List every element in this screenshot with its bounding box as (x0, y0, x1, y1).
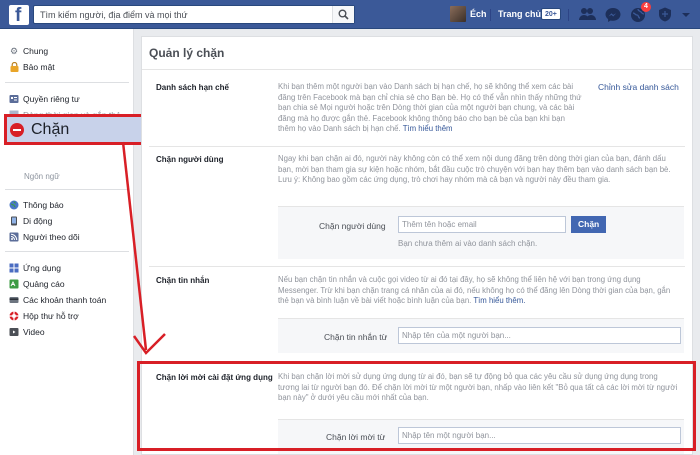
search-button[interactable] (332, 6, 354, 23)
block-messages-description: Nếu bạn chặn tin nhắn và cuộc gọi video … (278, 275, 680, 307)
sidebar-item-support[interactable]: Hộp thư hỗ trợ (9, 309, 79, 323)
learn-more-link[interactable]: Tìm hiểu thêm (403, 124, 453, 133)
block-list-empty-hint: Bạn chưa thêm ai vào danh sách chặn. (398, 239, 538, 248)
gear-icon: ⚙ (9, 45, 19, 56)
payments-icon (9, 295, 19, 305)
divider (5, 189, 129, 190)
annotation-arrow (121, 141, 166, 355)
logo-letter: f (15, 5, 22, 26)
sidebar-item-label: Ứng dụng (23, 263, 61, 273)
ads-icon (9, 279, 19, 289)
block-users-description: Ngay khi bạn chặn ai đó, người này không… (278, 154, 671, 185)
divider (149, 146, 685, 147)
divider (142, 69, 692, 70)
home-badge: 20+ (541, 8, 561, 20)
annotation-highlight-box (137, 361, 696, 451)
sidebar-item-video[interactable]: Video (9, 325, 45, 339)
sidebar-item-label: Hộp thư hỗ trợ (23, 311, 79, 321)
block-messages-input[interactable] (398, 327, 681, 344)
sidebar-item-label: Quảng cáo (23, 279, 65, 289)
video-icon (9, 327, 19, 337)
learn-more-link[interactable]: Tìm hiểu thêm. (473, 296, 525, 305)
sidebar-item-apps[interactable]: Ứng dụng (9, 261, 61, 275)
lock-icon (9, 62, 19, 72)
page-title: Quản lý chặn (149, 46, 225, 60)
divider (5, 251, 129, 252)
profile-name[interactable]: Éch (470, 9, 487, 19)
sidebar-item-label: Video (23, 327, 45, 337)
divider (568, 9, 569, 21)
restricted-list-description: Khi bạn thêm một người bạn vào Danh sách… (278, 82, 584, 135)
notification-badge: 4 (641, 2, 651, 12)
privacy-shortcuts-icon[interactable] (656, 6, 674, 23)
avatar[interactable] (450, 6, 466, 22)
sidebar-item-label: Chặn (31, 121, 70, 138)
sidebar-item-label: Chung (23, 46, 49, 56)
sidebar-item-language[interactable]: Ngôn ngữ (24, 172, 60, 181)
restricted-list-label: Danh sách hạn chế (156, 83, 229, 92)
messages-icon[interactable] (604, 6, 622, 23)
sidebar-item-privacy[interactable]: Quyền riêng tư (9, 92, 80, 106)
sidebar-item-label: Bảo mật (23, 62, 55, 72)
mobile-icon (9, 216, 19, 226)
settings-sidebar: ⚙Chung Bảo mật Quyền riêng tư Dòng thời … (0, 29, 134, 455)
search-box (33, 5, 355, 24)
sidebar-item-followers[interactable]: Người theo dõi (9, 230, 80, 244)
sidebar-item-label: Quyền riêng tư (23, 94, 80, 104)
facebook-logo[interactable]: f (9, 5, 29, 26)
sidebar-item-payments[interactable]: Các khoản thanh toán (9, 293, 106, 307)
sidebar-item-label: Thông báo (23, 200, 64, 210)
friend-requests-icon[interactable] (578, 6, 596, 23)
sidebar-item-label: Di động (23, 216, 53, 226)
home-link[interactable]: Trang chủ (498, 9, 541, 19)
search-input[interactable] (34, 6, 332, 23)
divider (490, 9, 491, 21)
block-button[interactable]: Chặn (571, 216, 607, 233)
top-bar: f Éch Trang chủ 20+ 4 (0, 0, 700, 29)
sidebar-item-security[interactable]: Bảo mật (9, 60, 55, 74)
globe-icon (9, 200, 19, 210)
block-users-field-label: Chặn người dùng (319, 221, 386, 231)
divider (5, 82, 129, 83)
rss-icon (9, 232, 19, 242)
sidebar-item-mobile[interactable]: Di động (9, 214, 52, 228)
privacy-icon (9, 94, 19, 104)
block-messages-form: Chặn tin nhắn từ (278, 318, 684, 353)
sidebar-item-ads[interactable]: Quảng cáo (9, 277, 65, 291)
block-users-input[interactable] (398, 216, 566, 233)
divider (149, 266, 685, 267)
block-users-form: Chặn người dùng Chặn Bạn chưa thêm ai và… (278, 206, 684, 259)
sidebar-item-general[interactable]: ⚙ Chung (9, 44, 48, 58)
search-icon (338, 9, 349, 20)
edit-list-link[interactable]: Chỉnh sửa danh sách (598, 82, 679, 92)
block-messages-field-label: Chặn tin nhắn từ (324, 332, 388, 342)
sidebar-item-notifications[interactable]: Thông báo (9, 198, 64, 212)
block-icon (10, 123, 24, 137)
sidebar-item-label: Người theo dõi (23, 232, 80, 242)
chevron-down-icon[interactable] (679, 6, 693, 23)
apps-icon (9, 263, 19, 273)
support-icon (9, 311, 19, 321)
sidebar-item-label: Các khoản thanh toán (23, 295, 107, 305)
